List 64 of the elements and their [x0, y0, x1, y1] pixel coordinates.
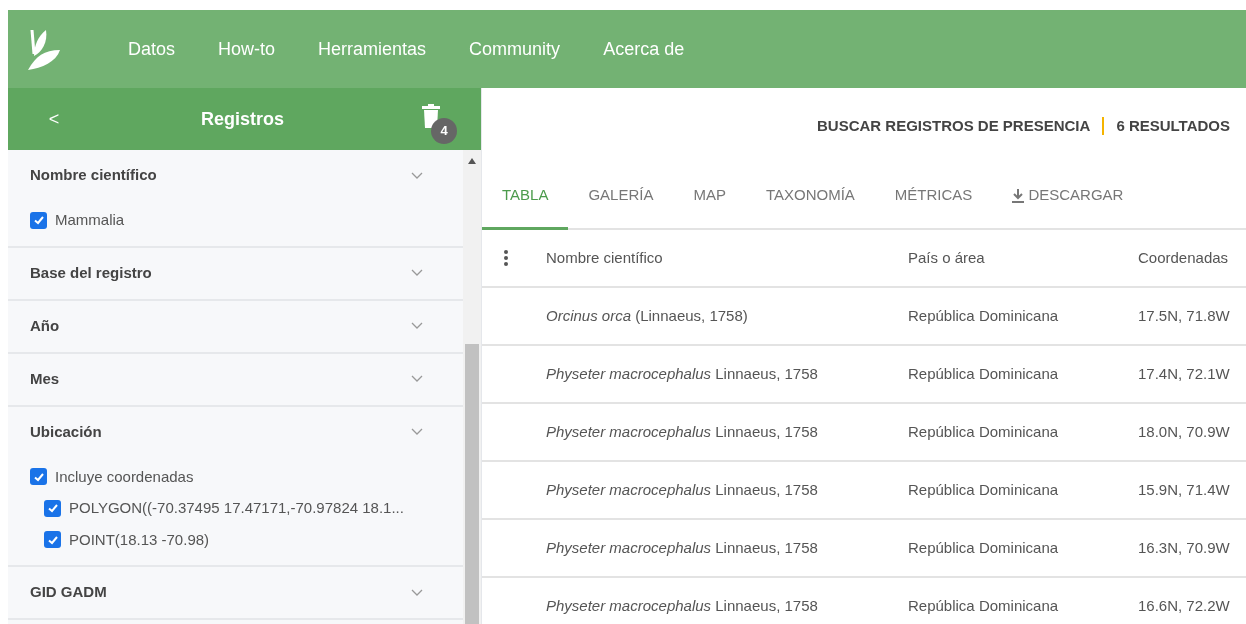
column-header[interactable]: Nombre científico: [546, 246, 908, 270]
filter-option: POINT(18.13 -70.98): [69, 528, 210, 551]
filter-option: POLYGON((-70.37495 17.47171,-70.97824 18.1...: [69, 497, 404, 520]
download-icon: [1012, 188, 1025, 203]
checkmark-icon: [46, 502, 59, 515]
chevron-down-icon[interactable]: [411, 171, 423, 180]
table-cell-text: República Dominicana: [908, 363, 1060, 384]
tab[interactable]: MÉTRICAS: [874, 164, 993, 230]
nav-link[interactable]: How-to: [218, 35, 276, 63]
table-cell-text: República Dominicana: [908, 479, 1060, 500]
chevron-down-icon[interactable]: [411, 375, 423, 383]
table-cell-text: Physeter macrocephalus Linnaeus, 1758: [546, 537, 819, 558]
chevron-down-icon[interactable]: [411, 428, 423, 436]
result-count: 6 RESULTADOS: [1116, 115, 1230, 136]
sidebar-title: Registros: [200, 107, 285, 131]
scrollbar-thumb[interactable]: [465, 344, 479, 624]
nav-link[interactable]: Herramientas: [318, 35, 427, 63]
table-cell-text: 17.4N, 72.1W: [1138, 363, 1230, 384]
scrollbar[interactable]: [463, 150, 481, 624]
nav-link[interactable]: Datos: [128, 35, 176, 63]
more-options-icon[interactable]: [504, 250, 508, 266]
tab[interactable]: GALERÍA: [568, 164, 674, 230]
filter-option: Incluye coordenadas: [55, 465, 194, 488]
table-cell-text: 16.3N, 70.9W: [1138, 537, 1230, 558]
filter-option: Mammalia: [55, 209, 125, 232]
checkbox[interactable]: [30, 468, 47, 486]
count-badge: 4: [431, 118, 457, 144]
table-cell-text: Physeter macrocephalus Linnaeus, 1758: [546, 363, 819, 384]
chevron-down-icon[interactable]: [411, 322, 423, 330]
table-cell-text: Orcinus orca (Linnaeus, 1758): [546, 305, 749, 326]
filter-title[interactable]: Nombre científico: [30, 164, 157, 187]
chevron-down-icon[interactable]: [411, 269, 423, 277]
table-cell-text: 15.9N, 71.4W: [1138, 479, 1230, 500]
table-cell-text: República Dominicana: [908, 537, 1060, 558]
filter-title[interactable]: Año: [30, 314, 60, 338]
nav-link[interactable]: Community: [469, 35, 561, 63]
download-tab[interactable]: DESCARGAR: [992, 164, 1144, 230]
checkbox[interactable]: [30, 211, 47, 229]
back-button[interactable]: <: [44, 105, 64, 133]
table-cell-text: 17.5N, 71.8W: [1138, 305, 1230, 326]
filter-title[interactable]: Base del registro: [30, 261, 152, 285]
filter-title[interactable]: Ubicación: [30, 420, 102, 444]
table-cell-text: Physeter macrocephalus Linnaeus, 1758: [546, 479, 819, 500]
tab[interactable]: MAP: [673, 164, 746, 230]
table-cell-text: República Dominicana: [908, 595, 1060, 616]
column-header[interactable]: Coordenadas: [1138, 246, 1229, 270]
column-header[interactable]: País o área: [908, 246, 1138, 270]
tab[interactable]: TAXONOMÍA: [745, 164, 875, 230]
table-cell-text: República Dominicana: [908, 421, 1060, 442]
tab[interactable]: TABLA: [482, 164, 569, 230]
filter-title[interactable]: GID GADM: [30, 581, 107, 604]
checkbox[interactable]: [44, 499, 61, 517]
checkmark-icon: [32, 214, 45, 227]
table-cell-text: Physeter macrocephalus Linnaeus, 1758: [546, 595, 819, 616]
chevron-down-icon[interactable]: [411, 588, 423, 597]
search-title: BUSCAR REGISTROS DE PRESENCIA: [817, 115, 1091, 136]
scroll-up-icon[interactable]: [468, 158, 476, 164]
table-cell-text: 18.0N, 70.9W: [1138, 421, 1230, 442]
table-cell-text: Physeter macrocephalus Linnaeus, 1758: [546, 421, 819, 442]
table-cell-text: República Dominicana: [908, 305, 1060, 326]
checkbox[interactable]: [44, 531, 61, 549]
filter-title[interactable]: Mes: [30, 367, 60, 391]
nav-link[interactable]: Acerca de: [603, 35, 685, 63]
table-cell-text: 16.6N, 72.2W: [1138, 595, 1230, 616]
